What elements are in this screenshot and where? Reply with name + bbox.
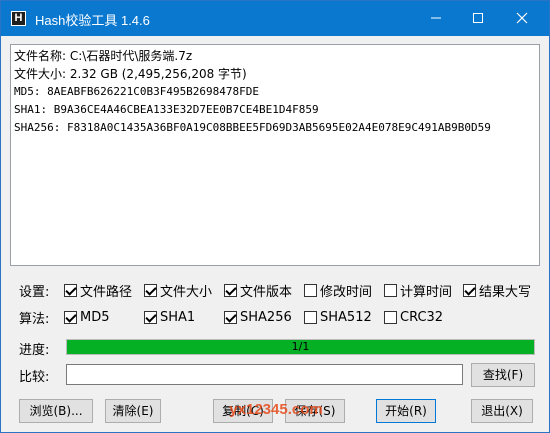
algo-sha256-checkbox[interactable]: SHA256 bbox=[224, 308, 292, 326]
algo-crc32-checkbox[interactable]: CRC32 bbox=[384, 308, 443, 326]
setting-uppercase-checkbox[interactable]: 结果大写 bbox=[463, 281, 532, 300]
checkbox-label: 文件路径 bbox=[80, 284, 133, 300]
checkbox-label: 计算时间 bbox=[400, 284, 453, 300]
setting-calc-time-checkbox[interactable]: 计算时间 bbox=[384, 281, 453, 300]
file-size-value: 2.32 GB (2,495,256,208 字节) bbox=[69, 67, 247, 81]
checkbox-box bbox=[224, 283, 237, 297]
algorithms-label: 算法: bbox=[19, 312, 50, 327]
algo-sha512-checkbox[interactable]: SHA512 bbox=[304, 308, 372, 326]
progress-text: 1/1 bbox=[291, 340, 310, 353]
minimize-icon bbox=[431, 17, 441, 19]
app-logo-icon: H bbox=[11, 11, 26, 26]
checkbox-label: CRC32 bbox=[400, 309, 444, 325]
setting-file-path-checkbox[interactable]: 文件路径 bbox=[64, 281, 133, 300]
file-name-line: 文件名称: C:\石器时代\服务端.7z bbox=[14, 47, 536, 65]
app-window: H Hash校验工具 1.4.6 文件名称: C:\石器时代\服务端.7z 文件… bbox=[0, 0, 550, 433]
setting-file-size-checkbox[interactable]: 文件大小 bbox=[144, 281, 213, 300]
checkbox-label: 文件大小 bbox=[160, 284, 213, 300]
setting-modified-time-checkbox[interactable]: 修改时间 bbox=[304, 281, 373, 300]
copy-button[interactable]: 复制(C) bbox=[213, 399, 273, 423]
checkbox-box bbox=[304, 283, 317, 297]
checkbox-box bbox=[224, 310, 237, 324]
start-button[interactable]: 开始(R) bbox=[376, 399, 436, 423]
save-button[interactable]: 保存(S) bbox=[285, 399, 345, 423]
clear-button[interactable]: 清除(E) bbox=[105, 399, 161, 423]
exit-button[interactable]: 退出(X) bbox=[471, 399, 533, 423]
checkbox-label: 文件版本 bbox=[240, 284, 293, 300]
checkbox-box bbox=[384, 283, 397, 297]
hash-output-textarea[interactable]: 文件名称: C:\石器时代\服务端.7z 文件大小: 2.32 GB (2,49… bbox=[10, 44, 540, 266]
checkbox-label: 修改时间 bbox=[320, 284, 373, 300]
progress-bar: 1/1 bbox=[66, 339, 535, 355]
sha256-line: SHA256: F8318A0C1435A36BF0A19C08BBEE5FD6… bbox=[14, 121, 491, 134]
maximize-button[interactable] bbox=[457, 1, 501, 36]
checkbox-label: SHA1 bbox=[160, 309, 196, 325]
algo-md5-checkbox[interactable]: MD5 bbox=[64, 308, 110, 326]
md5-line: MD5: 8AEABFB626221C0B3F495B2698478FDE bbox=[14, 85, 260, 98]
file-size-line: 文件大小: 2.32 GB (2,495,256,208 字节) bbox=[14, 65, 536, 83]
compare-input[interactable] bbox=[66, 364, 463, 385]
compare-label: 比较: bbox=[19, 370, 50, 385]
settings-label: 设置: bbox=[19, 285, 50, 300]
find-button[interactable]: 查找(F) bbox=[471, 363, 535, 387]
algo-sha1-checkbox[interactable]: SHA1 bbox=[144, 308, 195, 326]
close-button[interactable] bbox=[501, 1, 545, 36]
maximize-icon bbox=[473, 13, 483, 23]
checkbox-box bbox=[384, 310, 397, 324]
window-title: Hash校验工具 1.4.6 bbox=[35, 13, 150, 28]
sha1-line: SHA1: B9A36CE4A46CBEA133E32D7EE0B7CE4BE1… bbox=[14, 103, 319, 116]
checkbox-label: SHA512 bbox=[320, 309, 372, 325]
checkbox-label: 结果大写 bbox=[479, 284, 532, 300]
minimize-button[interactable] bbox=[415, 1, 459, 36]
checkbox-box bbox=[144, 283, 157, 297]
checkbox-box bbox=[64, 283, 77, 297]
progress-label: 进度: bbox=[19, 343, 50, 358]
browse-button[interactable]: 浏览(B)... bbox=[19, 399, 93, 423]
checkbox-box bbox=[304, 310, 317, 324]
close-icon bbox=[516, 12, 528, 24]
checkbox-label: SHA256 bbox=[240, 309, 292, 325]
checkbox-label: MD5 bbox=[80, 309, 110, 325]
title-bar[interactable]: H Hash校验工具 1.4.6 bbox=[1, 1, 549, 36]
file-name-value: C:\石器时代\服务端.7z bbox=[69, 49, 193, 63]
checkbox-box bbox=[64, 310, 77, 324]
checkbox-box bbox=[144, 310, 157, 324]
file-name-label: 文件名称: bbox=[14, 49, 67, 63]
setting-file-version-checkbox[interactable]: 文件版本 bbox=[224, 281, 293, 300]
file-size-label: 文件大小: bbox=[14, 67, 67, 81]
checkbox-box bbox=[463, 283, 476, 297]
